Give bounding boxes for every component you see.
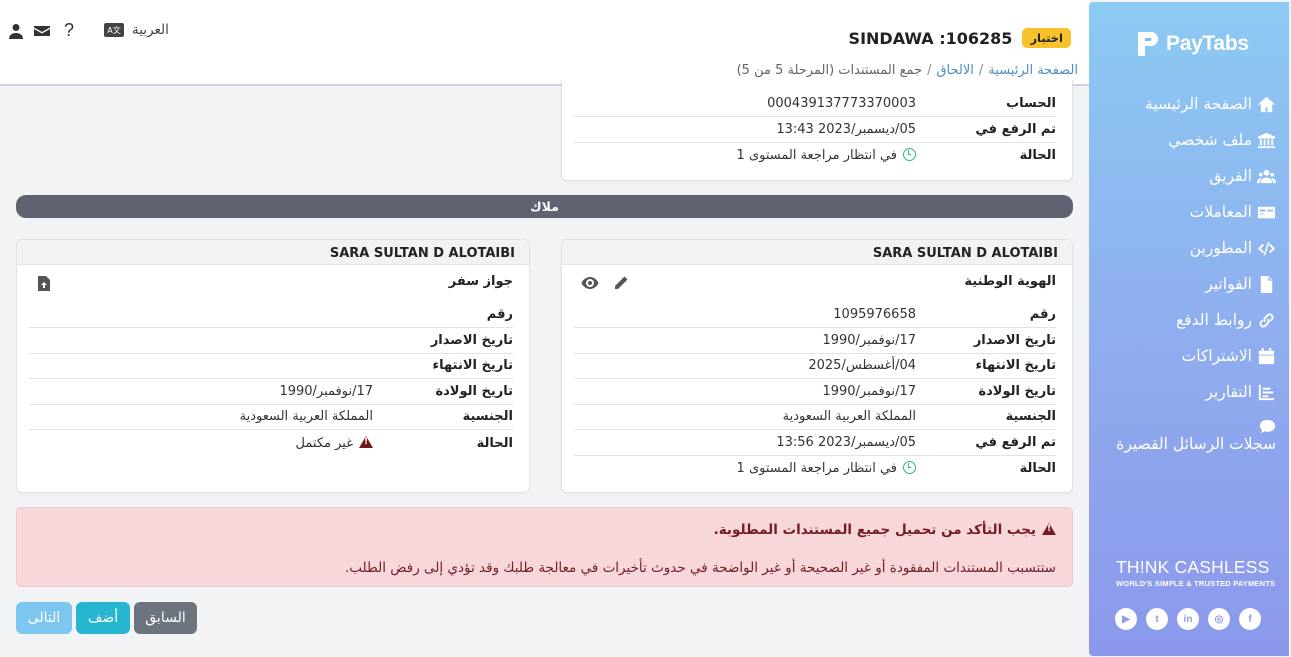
- user-icon[interactable]: [8, 23, 24, 39]
- think-cashless-slogan: TH!NK CASHLESS WORLD'S SIMPLE & TRUSTED …: [1116, 557, 1276, 588]
- uploaded-at-row: تم الرفع في 05/ديسمبر/2023 13:56: [574, 430, 1056, 456]
- owner-name: SARA SULTAN D ALOTAIBI: [17, 240, 529, 265]
- breadcrumb: الصفحة الرئيسية/الالحاق/جمع المستندات (ا…: [736, 63, 1078, 78]
- top-bar: ? A文 العربية اختبار SINDAWA :106285 الصف…: [0, 0, 1089, 86]
- help-icon[interactable]: ?: [64, 20, 74, 41]
- home-icon: [1257, 96, 1276, 112]
- owner-name: SARA SULTAN D ALOTAIBI: [562, 240, 1072, 265]
- link-icon: [1259, 312, 1274, 328]
- instagram-icon[interactable]: ◎: [1208, 608, 1230, 630]
- sidebar-item-invoices[interactable]: الفواتير: [1116, 266, 1276, 302]
- account-row: الحساب 000439137773370003: [574, 91, 1056, 117]
- birth-date-row: تاريخ الولادة 17/نوفمبر/1990: [29, 379, 513, 405]
- uploaded-at-row: تم الرفع في 05/ديسمبر/2023 13:43: [574, 117, 1056, 143]
- account-document-card: الحساب 000439137773370003 تم الرفع في 05/د…: [561, 80, 1073, 181]
- card-icon: [1257, 206, 1276, 218]
- owner-card-national-id: SARA SULTAN D ALOTAIBI الهوية الوطنية رق…: [561, 239, 1073, 493]
- status-row: الحالةغير مكتمل: [29, 430, 513, 456]
- document-type: الهوية الوطنية: [964, 274, 1056, 289]
- status-row: الحالة في انتظار مراجعة المستوى 1: [736, 460, 1056, 476]
- file-icon: [1260, 275, 1273, 293]
- issue-date-row: تاريخ الاصدار: [29, 328, 513, 354]
- sidebar-item-reports[interactable]: التقارير: [1116, 374, 1276, 410]
- account-title: SINDAWA :106285: [848, 28, 1013, 48]
- alert-body: ستتسبب المستندات المفقودة أو غير الصحيحة…: [345, 560, 1056, 576]
- previous-button[interactable]: السابق: [134, 602, 197, 634]
- sidebar: PayTabs الصفحة الرئيسية ملف شخصي الفريق …: [1089, 2, 1289, 656]
- nationality-row: الجنسية المملكة العربية السعودية: [29, 404, 513, 430]
- twitter-icon[interactable]: t: [1146, 608, 1168, 630]
- expiry-date-row: تاريخ الانتهاء: [29, 353, 513, 379]
- mail-icon[interactable]: [34, 23, 50, 39]
- code-icon: [1257, 241, 1276, 256]
- paytabs-logo-icon: [1138, 32, 1158, 56]
- warning-icon: [359, 435, 373, 448]
- breadcrumb-onboarding[interactable]: الالحاق: [936, 63, 973, 78]
- language-icon: A文: [104, 23, 124, 37]
- facebook-icon[interactable]: f: [1239, 608, 1261, 630]
- missing-documents-alert: يجب التأكد من تحميل جميع المستندات المطل…: [16, 507, 1073, 587]
- page-title: اختبار SINDAWA :106285: [849, 28, 1071, 48]
- sidebar-item-payment-links[interactable]: روابط الدفع: [1116, 302, 1276, 338]
- id-number-row: رقم 1095976658: [574, 302, 1056, 328]
- users-icon: [1257, 169, 1276, 183]
- clock-icon: [903, 147, 916, 161]
- language-switch[interactable]: A文 العربية: [104, 22, 169, 38]
- social-links: ▶ t in ◎ f: [1115, 608, 1261, 630]
- edit-icon[interactable]: [613, 275, 629, 291]
- expiry-date-row: تاريخ الانتهاء 04/أغسطس/2025: [574, 353, 1056, 379]
- paytabs-logo-text: PayTabs: [1166, 32, 1249, 55]
- document-type: جواز سفر: [448, 274, 513, 289]
- birth-date-row: تاريخ الولادة 17/نوفمبر/1990: [574, 379, 1056, 405]
- breadcrumb-current: جمع المستندات (المرحلة 5 من 5): [736, 63, 923, 78]
- status-row: الحالة في انتظار مراجعة المستوى 1: [736, 147, 1056, 163]
- owners-section-bar: ملاك: [16, 195, 1073, 218]
- eye-icon[interactable]: [581, 276, 599, 290]
- upload-file-icon[interactable]: [38, 276, 50, 291]
- sidebar-item-subscriptions[interactable]: الاشتراكات: [1116, 338, 1276, 374]
- sidebar-item-developers[interactable]: المطورين: [1116, 230, 1276, 266]
- sidebar-nav: الصفحة الرئيسية ملف شخصي الفريق المعاملا…: [1116, 86, 1276, 460]
- sidebar-item-team[interactable]: الفريق: [1116, 158, 1276, 194]
- sidebar-item-profile[interactable]: ملف شخصي: [1116, 122, 1276, 158]
- warning-icon: [1042, 523, 1056, 535]
- issue-date-row: تاريخ الاصدار 17/نوفمبر/1990: [574, 328, 1056, 354]
- bank-icon: [1257, 132, 1276, 148]
- youtube-icon[interactable]: ▶: [1115, 608, 1137, 630]
- report-icon: [1258, 384, 1275, 400]
- sidebar-item-transactions[interactable]: المعاملات: [1116, 194, 1276, 230]
- breadcrumb-home[interactable]: الصفحة الرئيسية: [988, 63, 1078, 78]
- linkedin-icon[interactable]: in: [1177, 608, 1199, 630]
- clock-icon: [903, 460, 916, 474]
- owner-card-passport: SARA SULTAN D ALOTAIBI جواز سفر رقم تاري…: [16, 239, 530, 493]
- sms-icon: [1259, 419, 1276, 433]
- add-button[interactable]: أضف: [76, 602, 130, 634]
- passport-number-row: رقم: [29, 302, 513, 328]
- sidebar-item-sms-logs[interactable]: سجلات الرسائل القصيرة: [1116, 410, 1276, 460]
- alert-title: يجب التأكد من تحميل جميع المستندات المطل…: [713, 522, 1036, 538]
- calendar-icon: [1258, 347, 1275, 364]
- header-tools: ?: [8, 20, 74, 41]
- paytabs-logo[interactable]: PayTabs: [1136, 28, 1249, 60]
- sidebar-item-home[interactable]: الصفحة الرئيسية: [1116, 86, 1276, 122]
- next-button[interactable]: التالى: [16, 602, 72, 634]
- test-mode-badge: اختبار: [1022, 28, 1071, 48]
- nationality-row: الجنسية المملكة العربية السعودية: [574, 404, 1056, 430]
- language-label: العربية: [132, 22, 169, 38]
